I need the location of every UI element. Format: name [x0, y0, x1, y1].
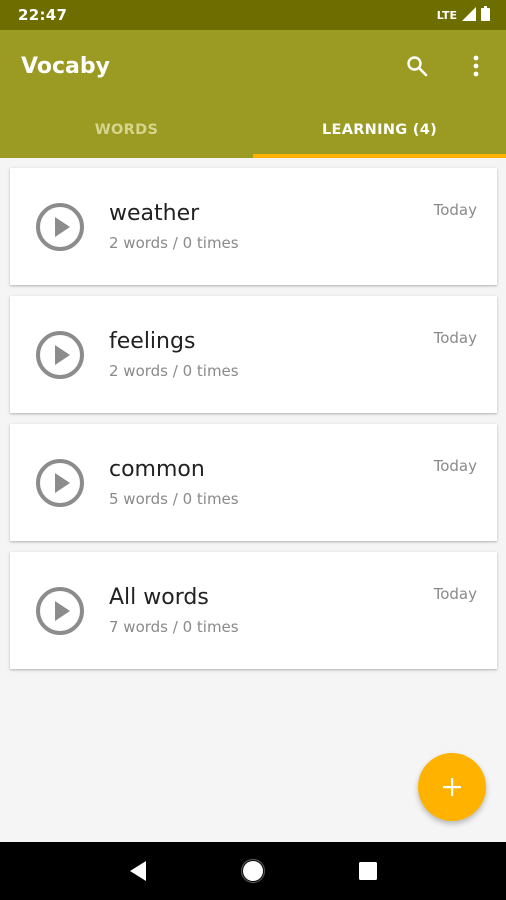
status-time: 22:47 — [18, 6, 68, 24]
learning-list: weather 2 words / 0 times Today feelings… — [10, 168, 497, 680]
list-summary: 2 words / 0 times — [109, 362, 239, 380]
search-button[interactable] — [397, 48, 437, 88]
list-item-common[interactable]: common 5 words / 0 times Today — [10, 424, 497, 541]
signal-icon — [462, 6, 476, 25]
status-bar: 22:47 LTE — [0, 0, 506, 30]
list-summary: 2 words / 0 times — [109, 234, 239, 252]
tab-indicator — [253, 154, 506, 158]
recents-icon — [359, 862, 378, 880]
nav-home-button[interactable] — [233, 851, 273, 891]
list-summary: 5 words / 0 times — [109, 490, 239, 508]
play-circle-icon — [36, 459, 84, 507]
tab-learning[interactable]: LEARNING (4) — [253, 102, 506, 158]
add-list-fab[interactable] — [418, 753, 486, 821]
list-date: Today — [433, 585, 477, 603]
list-item-weather[interactable]: weather 2 words / 0 times Today — [10, 168, 497, 285]
list-date: Today — [433, 329, 477, 347]
list-date: Today — [433, 457, 477, 475]
list-name: common — [109, 457, 205, 482]
battery-icon — [481, 5, 490, 25]
system-nav-bar — [0, 842, 506, 900]
more-vert-icon — [473, 55, 479, 81]
search-icon — [405, 54, 429, 82]
list-item-all-words[interactable]: All words 7 words / 0 times Today — [10, 552, 497, 669]
tab-bar: WORDS LEARNING (4) — [0, 102, 506, 158]
play-circle-icon — [36, 587, 84, 635]
list-name: feelings — [109, 329, 196, 354]
app-title: Vocaby — [21, 54, 110, 79]
plus-icon — [443, 778, 461, 796]
list-summary: 7 words / 0 times — [109, 618, 239, 636]
play-circle-icon — [36, 331, 84, 379]
play-circle-icon — [36, 203, 84, 251]
network-type: LTE — [436, 8, 457, 22]
play-button[interactable] — [34, 457, 86, 509]
app-bar: Vocaby WORDS LEARNING (4) — [0, 30, 506, 158]
status-icons: LTE — [436, 5, 490, 25]
list-name: weather — [109, 201, 200, 226]
play-button[interactable] — [34, 201, 86, 253]
tab-words[interactable]: WORDS — [0, 102, 253, 158]
play-button[interactable] — [34, 585, 86, 637]
list-date: Today — [433, 201, 477, 219]
nav-recents-button[interactable] — [348, 851, 388, 891]
list-item-feelings[interactable]: feelings 2 words / 0 times Today — [10, 296, 497, 413]
list-name: All words — [109, 585, 209, 610]
nav-back-button[interactable] — [118, 851, 158, 891]
play-button[interactable] — [34, 329, 86, 381]
more-options-button[interactable] — [456, 48, 496, 88]
back-icon — [129, 861, 146, 881]
home-icon — [240, 858, 266, 884]
